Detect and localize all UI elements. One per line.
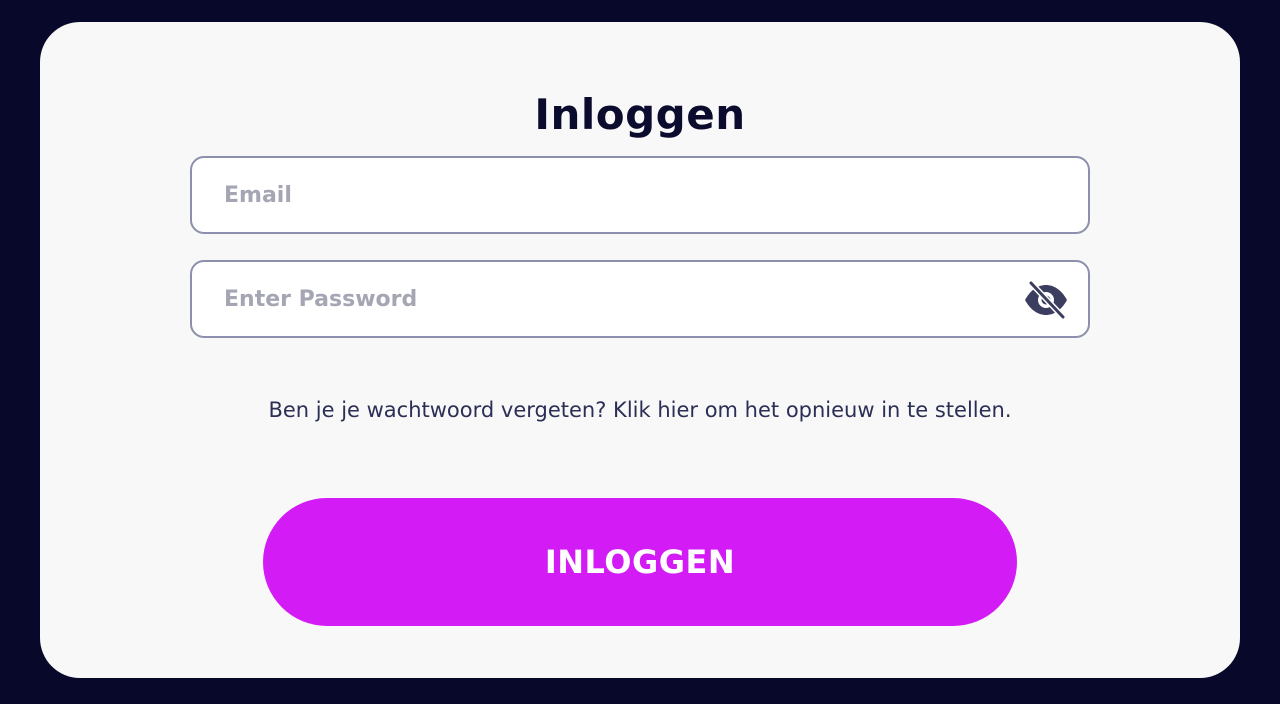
password-field[interactable]	[192, 262, 1088, 336]
page-title: Inloggen	[534, 90, 746, 139]
email-field-container	[190, 156, 1090, 234]
forgot-password-link[interactable]: Ben je je wachtwoord vergeten? Klik hier…	[268, 398, 1011, 422]
eye-slash-icon[interactable]	[1022, 278, 1070, 322]
password-field-container	[190, 260, 1090, 338]
login-card: Inloggen Ben je je wachtwoord vergeten? …	[40, 22, 1240, 678]
forgot-password-text: Ben je je wachtwoord vergeten? Klik hier…	[40, 398, 1240, 422]
login-button[interactable]: INLOGGEN	[263, 498, 1017, 626]
email-field[interactable]	[192, 158, 1088, 232]
